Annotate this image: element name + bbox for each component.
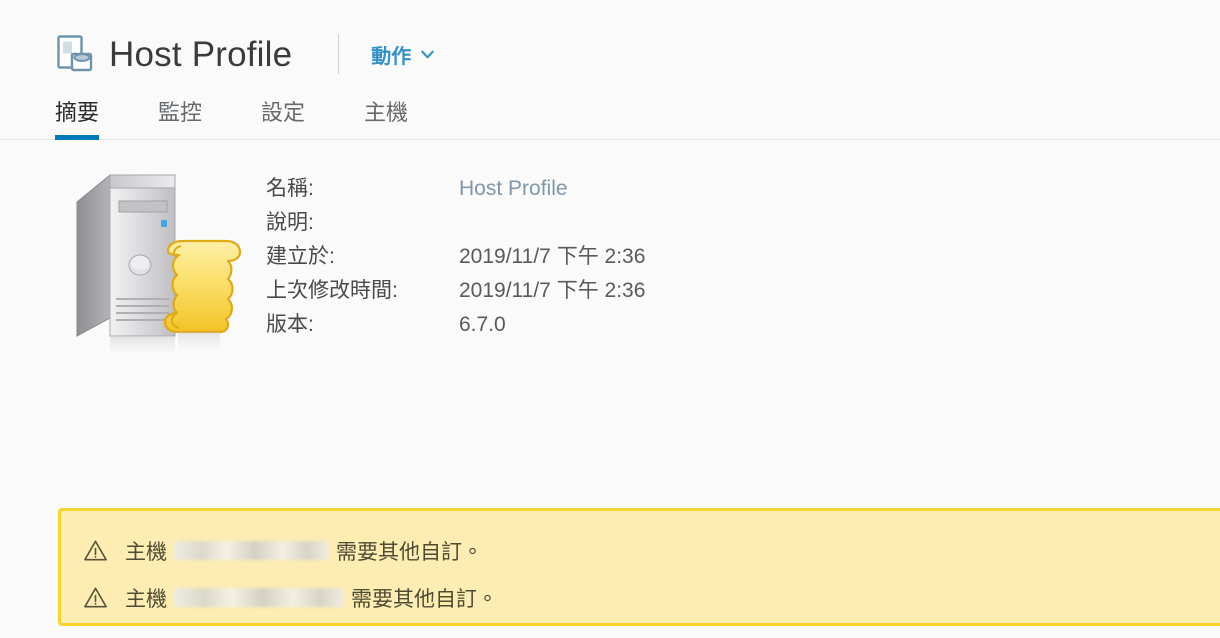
warning-message-prefix: 主機	[125, 540, 167, 564]
details-list: 名稱: Host Profile 說明: 建立於: 2019/11/7 下午 2…	[266, 158, 645, 368]
tab-configure-label: 設定	[261, 100, 306, 125]
detail-row: 名稱: Host Profile	[266, 172, 645, 206]
warning-banner: 主機 需要其他自訂。 主機 需要其他自訂。	[58, 508, 1220, 626]
warning-message-row: 主機 需要其他自訂。	[83, 527, 1220, 574]
detail-label-last-modified: 上次修改時間:	[266, 279, 398, 302]
tab-hosts[interactable]: 主機	[364, 102, 408, 139]
tab-monitor-label: 監控	[158, 100, 203, 125]
warning-message-prefix: 主機	[125, 587, 167, 611]
host-profile-page: Host Profile 動作 摘要 監控 設定 主機 名稱: Host Pro…	[0, 0, 1220, 638]
page-title: Host Profile	[109, 34, 293, 74]
tab-configure[interactable]: 設定	[261, 102, 305, 139]
detail-row: 上次修改時間: 2019/11/7 下午 2:36	[266, 274, 645, 308]
detail-label-version: 版本:	[266, 313, 314, 336]
tab-bar: 摘要 監控 設定 主機	[0, 78, 1220, 140]
actions-menu-label: 動作	[371, 45, 412, 68]
redacted-host-address	[174, 541, 329, 560]
warning-triangle-icon	[84, 540, 107, 561]
warning-message-suffix: 需要其他自訂。	[351, 587, 498, 611]
warning-triangle-icon	[84, 587, 107, 608]
detail-value-last-modified: 2019/11/7 下午 2:36	[459, 279, 646, 302]
detail-row: 版本: 6.7.0	[266, 308, 645, 342]
header-divider	[338, 34, 340, 74]
detail-row: 說明:	[266, 206, 645, 240]
chevron-down-icon	[421, 50, 435, 58]
detail-value-version: 6.7.0	[459, 313, 506, 336]
server-with-scroll-icon	[62, 158, 258, 368]
actions-menu-button[interactable]: 動作	[371, 40, 435, 69]
warning-message-row: 主機 需要其他自訂。	[83, 574, 1220, 621]
warning-message-suffix: 需要其他自訂。	[336, 540, 483, 564]
redacted-host-address	[174, 588, 344, 607]
tab-hosts-label: 主機	[364, 100, 409, 125]
host-profile-icon	[57, 35, 93, 72]
detail-value-created: 2019/11/7 下午 2:36	[459, 245, 646, 268]
detail-row: 建立於: 2019/11/7 下午 2:36	[266, 240, 645, 274]
detail-value-name[interactable]: Host Profile	[459, 177, 568, 201]
detail-label-name: 名稱:	[266, 177, 314, 200]
summary-section: 名稱: Host Profile 說明: 建立於: 2019/11/7 下午 2…	[0, 140, 1220, 368]
detail-label-description: 說明:	[266, 211, 314, 234]
detail-label-created: 建立於:	[266, 245, 335, 268]
tab-summary[interactable]: 摘要	[55, 100, 100, 140]
tab-monitor[interactable]: 監控	[158, 102, 202, 139]
page-header: Host Profile 動作	[0, 0, 1220, 78]
tab-summary-label: 摘要	[55, 100, 100, 125]
